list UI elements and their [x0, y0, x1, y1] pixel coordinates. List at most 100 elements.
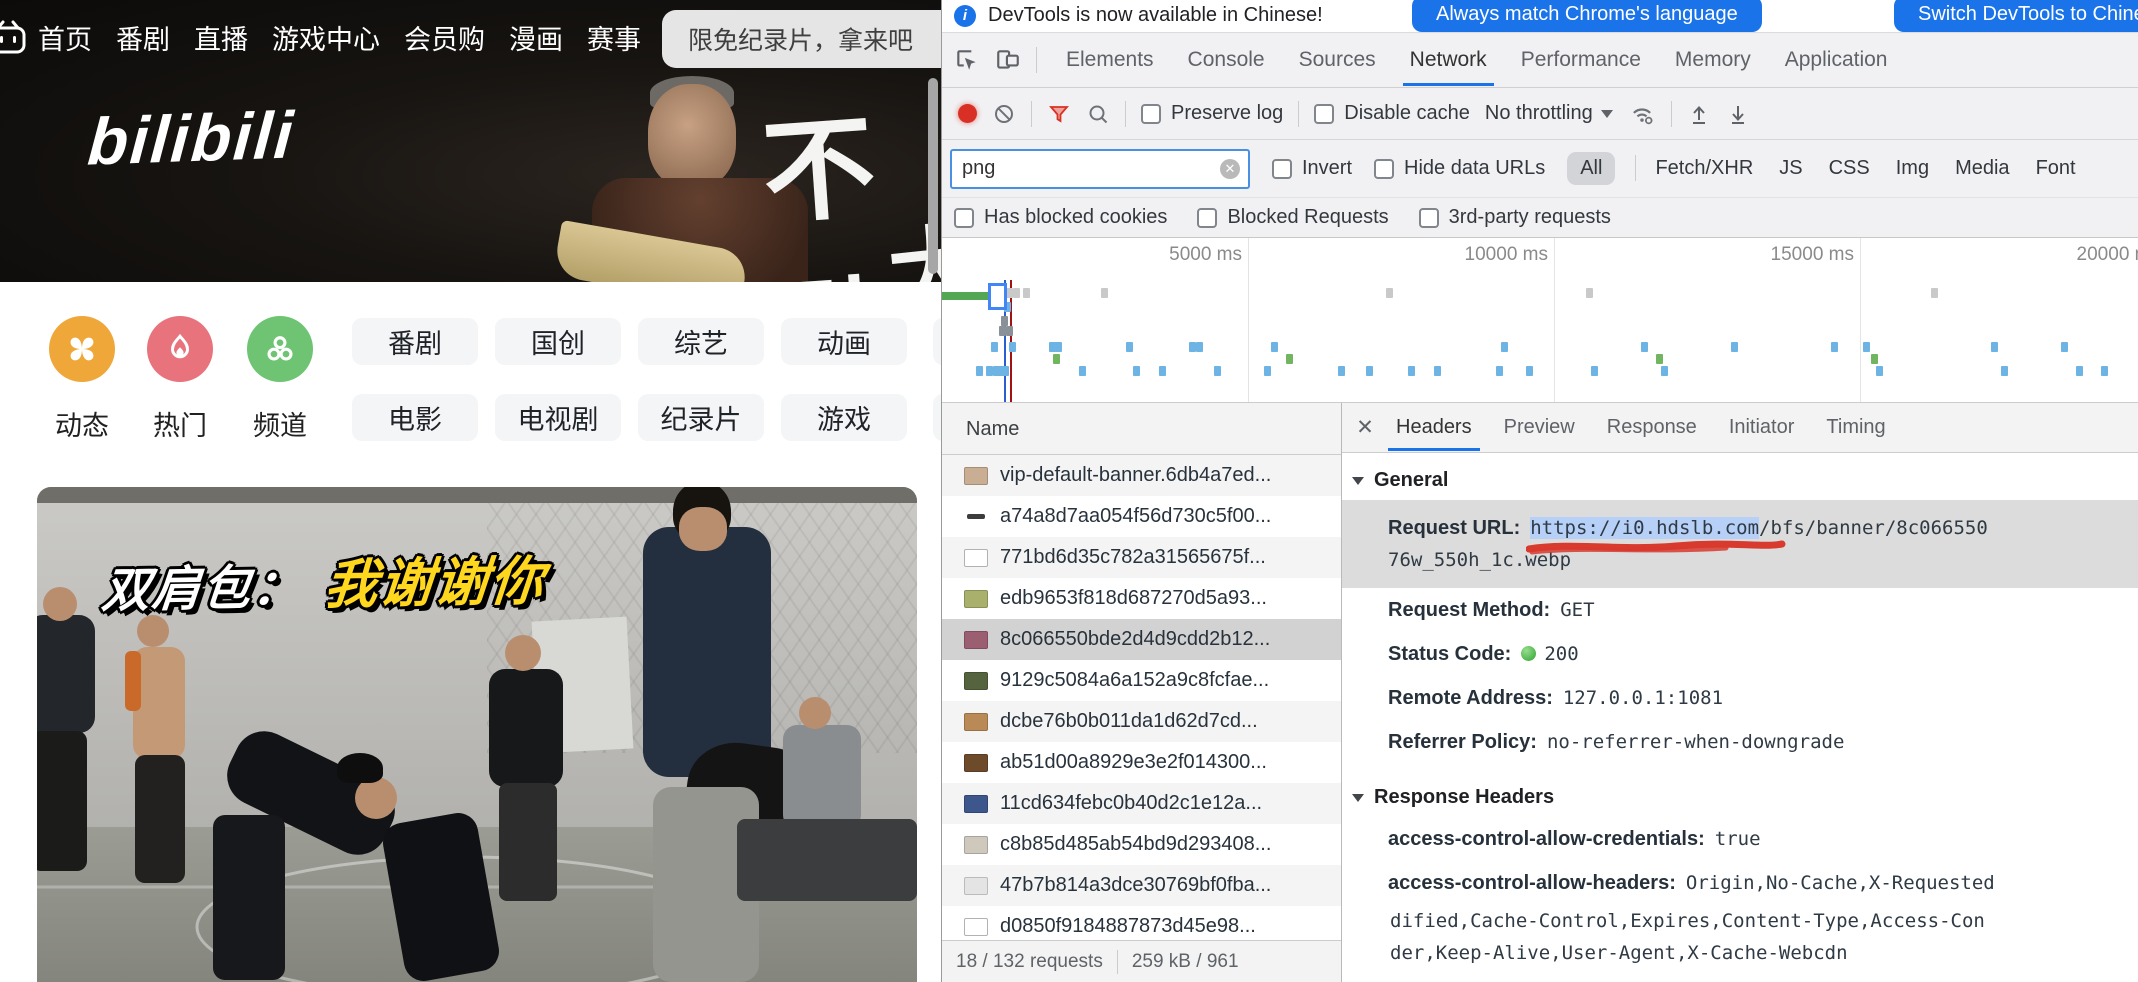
quick-link-dynamics[interactable]: 动态 [49, 316, 115, 443]
network-conditions-icon[interactable] [1628, 101, 1656, 127]
close-icon[interactable]: ✕ [1350, 415, 1380, 440]
disable-cache-checkbox[interactable]: Disable cache [1314, 102, 1470, 125]
response-headers-section-header[interactable]: Response Headers [1352, 786, 2138, 809]
devtools-tab[interactable]: Elements [1049, 34, 1171, 86]
nav-item[interactable]: 游戏中心 [272, 18, 380, 57]
always-match-language-button[interactable]: Always match Chrome's language [1412, 0, 1762, 32]
checkbox[interactable] [954, 207, 974, 228]
table-row[interactable]: 8c066550bde2d4d9cdd2b12... [942, 619, 1341, 660]
table-row[interactable]: 771bd6d35c782a31565675f... [942, 537, 1341, 578]
channels-icon [247, 316, 313, 382]
detail-tab[interactable]: Timing [1810, 404, 1901, 451]
request-type-filter[interactable]: Fetch/XHR [1655, 157, 1753, 180]
divider [1031, 100, 1032, 127]
nav-item[interactable]: 漫画 [509, 18, 563, 57]
thumbnail-person [489, 669, 563, 787]
table-row[interactable]: edb9653f818d687270d5a93... [942, 578, 1341, 619]
nav-item[interactable]: 首页 [38, 18, 92, 57]
hide-data-urls-checkbox[interactable]: Hide data URLs [1374, 157, 1545, 180]
table-row[interactable]: dcbe76b0b011da1d62d7cd... [942, 701, 1341, 742]
devtools-tab[interactable]: Console [1171, 34, 1282, 86]
table-row[interactable]: 11cd634febc0b40d2c1e12a... [942, 783, 1341, 824]
request-type-filter[interactable]: Font [2036, 157, 2076, 180]
page-scrollbar-thumb[interactable] [928, 78, 938, 274]
network-overview-timeline[interactable]: 5000 ms 10000 ms 15000 ms 20000 [942, 238, 2138, 403]
import-har-icon[interactable] [1687, 102, 1711, 126]
detail-tab[interactable]: Response [1591, 404, 1713, 451]
nav-item[interactable]: 会员购 [404, 18, 485, 57]
switch-to-chinese-button[interactable]: Switch DevTools to Chinese [1894, 0, 2138, 32]
filter-checkbox[interactable]: Has blocked cookies [954, 206, 1167, 229]
table-row[interactable]: ab51d00a8929e3e2f014300... [942, 742, 1341, 783]
table-row[interactable]: a74a8d7aa054f56d730c5f00... [942, 496, 1341, 537]
category-button-clipped[interactable] [933, 318, 941, 365]
preserve-log-checkbox[interactable]: Preserve log [1141, 102, 1283, 125]
chevron-down-icon [1600, 109, 1613, 118]
request-name: 47b7b814a3dce30769bf0fba... [1000, 874, 1272, 896]
thumbnail-person [37, 731, 87, 871]
invert-checkbox[interactable]: Invert [1272, 157, 1352, 180]
device-toolbar-icon[interactable] [994, 47, 1022, 73]
detail-tab[interactable]: Headers [1380, 404, 1488, 451]
video-thumbnail[interactable]: 双肩包： 我谢谢你 [37, 487, 917, 982]
devtools-tab[interactable]: Sources [1282, 34, 1393, 86]
nav-item[interactable]: 番剧 [116, 18, 170, 57]
devtools-tab[interactable]: Network [1393, 34, 1504, 86]
category-button[interactable]: 游戏 [781, 394, 907, 441]
clear-filter-icon[interactable] [1220, 158, 1240, 179]
category-button-clipped[interactable] [933, 394, 941, 441]
record-icon[interactable] [958, 104, 977, 123]
category-button[interactable]: 电影 [352, 394, 478, 441]
overlay-text-white: 双肩包： [99, 561, 305, 618]
checkbox[interactable] [1197, 207, 1218, 228]
table-row[interactable]: vip-default-banner.6db4a7ed... [942, 455, 1341, 496]
infobar-message: DevTools is now available in Chinese! [988, 4, 1323, 26]
category-button[interactable]: 综艺 [638, 318, 764, 365]
devtools-tab[interactable]: Application [1768, 34, 1905, 86]
category-button[interactable]: 国创 [495, 318, 621, 365]
filter-checkbox[interactable]: Blocked Requests [1197, 206, 1389, 229]
checkbox[interactable] [1418, 207, 1439, 228]
header-value: 127.0.0.1:1081 [1562, 687, 1724, 709]
quick-link-hot[interactable]: 热门 [147, 316, 213, 443]
table-row[interactable]: 9129c5084a6a152a9c8fcfae... [942, 660, 1341, 701]
detail-tab[interactable]: Preview [1488, 404, 1591, 451]
export-har-icon[interactable] [1726, 102, 1750, 126]
header-label: Request URL: [1388, 517, 1521, 539]
name-column-header[interactable]: Name [942, 403, 1341, 455]
filter-input[interactable] [950, 148, 1250, 189]
checkbox[interactable] [1272, 158, 1292, 179]
nav-item[interactable]: 赛事 [587, 18, 641, 57]
quick-link-channels[interactable]: 频道 [247, 316, 313, 443]
request-type-filter[interactable]: JS [1779, 157, 1802, 180]
category-button[interactable]: 番剧 [352, 318, 478, 365]
table-row[interactable]: c8b85d485ab54bd9d293408... [942, 824, 1341, 865]
nav-item[interactable]: 直播 [194, 18, 248, 57]
filter-checkbox[interactable]: 3rd-party requests [1418, 206, 1611, 229]
clear-icon[interactable] [992, 102, 1016, 126]
category-button[interactable]: 动画 [781, 318, 907, 365]
category-button[interactable]: 纪录片 [638, 394, 764, 441]
request-type-filter[interactable]: Img [1896, 157, 1929, 180]
banner-person-head [648, 84, 736, 188]
request-type-filter[interactable]: Media [1955, 157, 2009, 180]
bilibili-tv-icon[interactable] [0, 20, 28, 56]
search-icon[interactable] [1086, 102, 1110, 126]
category-button[interactable]: 电视剧 [495, 394, 621, 441]
general-section-header[interactable]: General [1352, 469, 2138, 492]
filter-icon[interactable] [1047, 102, 1071, 126]
detail-tab[interactable]: Initiator [1713, 404, 1811, 451]
table-row[interactable]: 47b7b814a3dce30769bf0fba... [942, 865, 1341, 906]
checkbox[interactable] [1314, 103, 1335, 124]
request-type-filter[interactable]: CSS [1829, 157, 1870, 180]
checkbox[interactable] [1141, 103, 1161, 124]
inspect-element-icon[interactable] [954, 47, 980, 73]
search-input[interactable]: 限免纪录片，拿来吧 [662, 10, 941, 68]
throttling-select[interactable]: No throttling [1485, 102, 1613, 125]
checkbox[interactable] [1374, 158, 1395, 179]
request-type-filter[interactable]: All [1567, 152, 1637, 185]
bilibili-logo[interactable]: bilibili [85, 96, 297, 179]
devtools-tab[interactable]: Memory [1658, 34, 1768, 86]
disclosure-triangle-icon [1352, 793, 1364, 802]
devtools-tab[interactable]: Performance [1504, 34, 1658, 86]
